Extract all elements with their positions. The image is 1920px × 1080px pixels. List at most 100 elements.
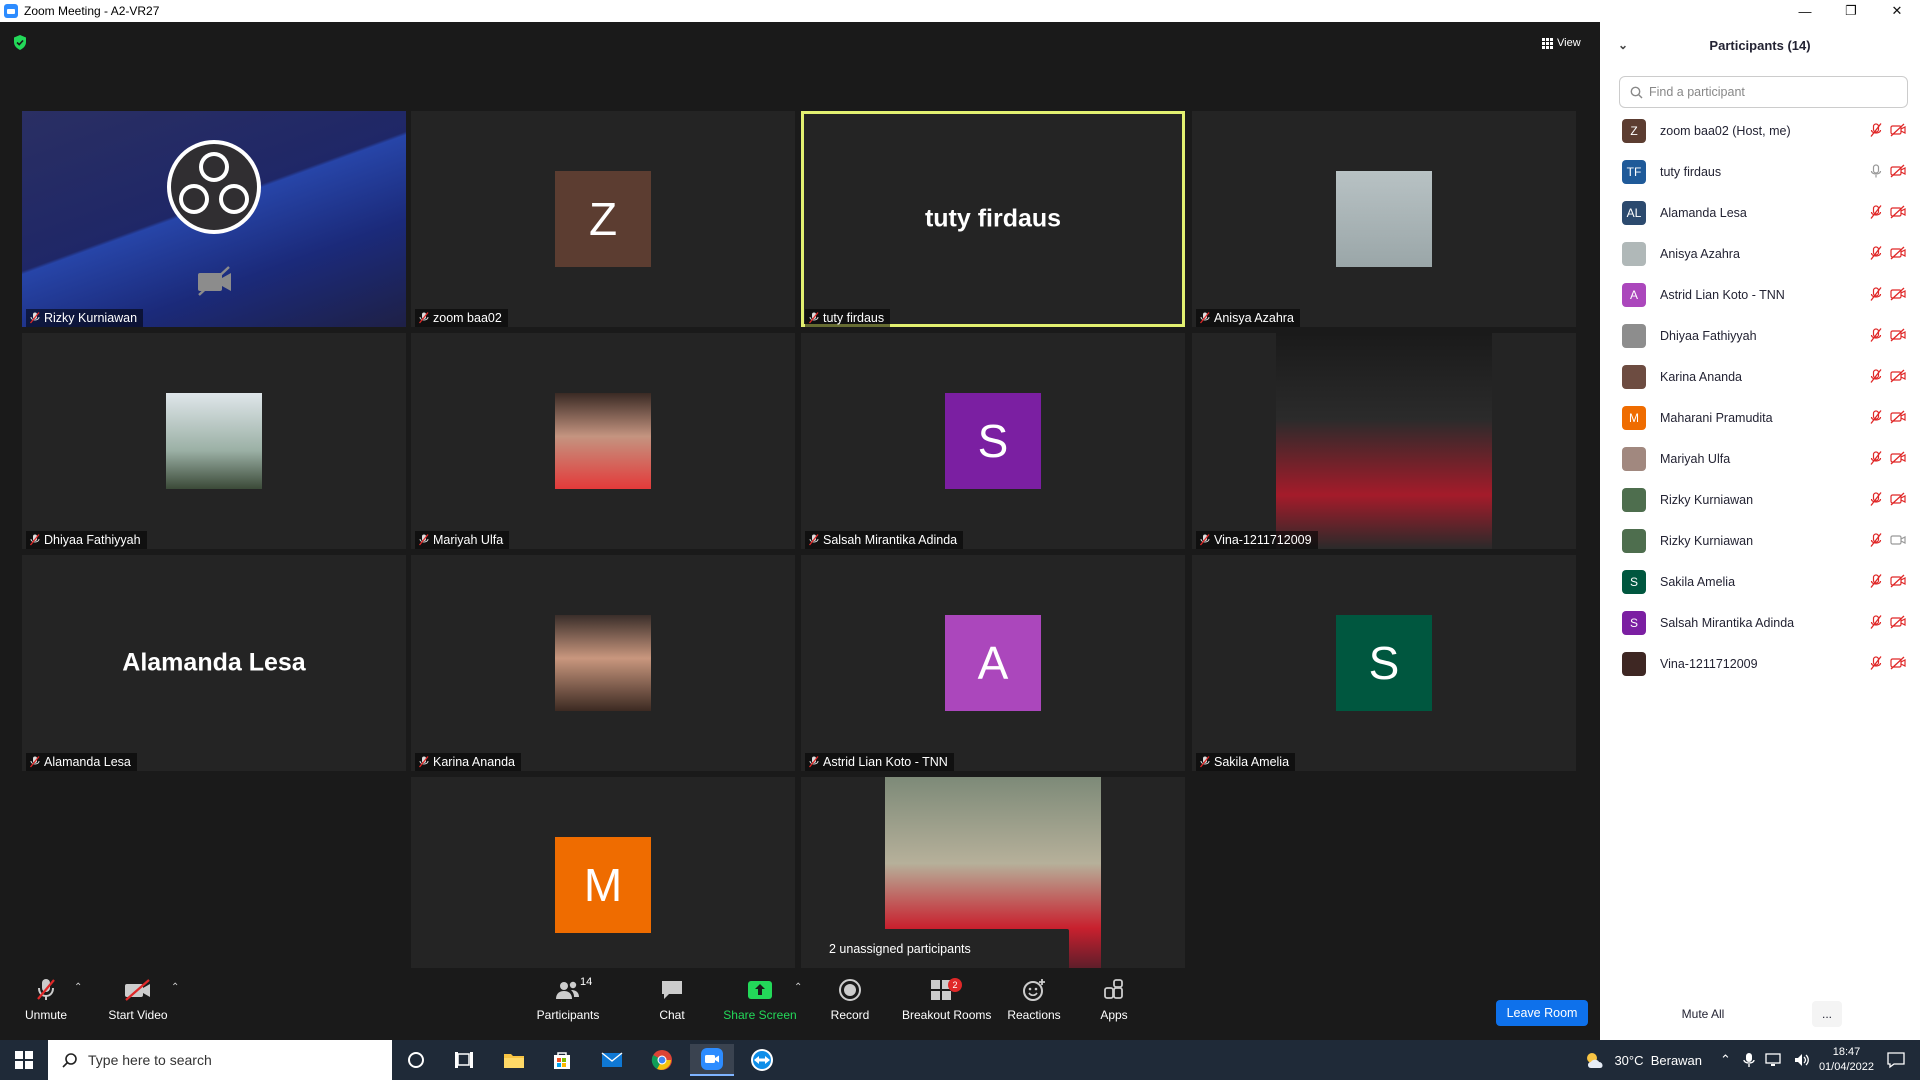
mic-muted-icon[interactable] (1870, 615, 1882, 629)
weather-text[interactable]: 30°C Berawan (1614, 1053, 1702, 1068)
mic-muted-icon[interactable] (1870, 123, 1882, 137)
video-on-icon[interactable] (1890, 533, 1906, 547)
minimize-button[interactable]: — (1782, 0, 1828, 22)
audio-options-caret-icon[interactable]: ⌃ (74, 982, 82, 993)
video-tile[interactable]: S Sakila Amelia (1192, 555, 1576, 771)
mic-muted-icon[interactable] (1870, 328, 1882, 342)
video-off-icon[interactable] (1890, 656, 1906, 670)
video-off-icon[interactable] (1890, 123, 1906, 137)
participant-search-input[interactable]: Find a participant (1619, 76, 1908, 108)
video-tile[interactable]: tuty firdaus tuty firdaus (801, 111, 1185, 327)
chrome-button[interactable] (640, 1044, 684, 1076)
zoom-camera-icon (701, 1048, 723, 1070)
network-icon[interactable] (1765, 1052, 1783, 1068)
chat-button[interactable]: Chat (632, 976, 712, 1032)
video-tile[interactable]: Rizky Kurniawan (22, 111, 406, 327)
share-screen-button[interactable]: Share Screen (720, 976, 800, 1032)
cortana-button[interactable] (394, 1044, 438, 1076)
participant-row[interactable]: Mariyah Ulfa (1600, 438, 1920, 479)
video-tile[interactable]: Anisya Azahra (1192, 111, 1576, 327)
clock-time: 18:47 (1832, 1046, 1861, 1058)
collapse-chevron-icon[interactable]: ⌄ (1618, 38, 1628, 52)
participant-photo (1336, 171, 1432, 267)
participant-name-label: tuty firdaus (805, 309, 891, 327)
more-options-button[interactable]: ... (1812, 1001, 1842, 1027)
participant-row[interactable]: AL Alamanda Lesa (1600, 192, 1920, 233)
task-view-button[interactable] (442, 1044, 486, 1076)
video-tile[interactable]: Alamanda Lesa Alamanda Lesa (22, 555, 406, 771)
teamviewer-button[interactable] (740, 1044, 784, 1076)
participant-row[interactable]: A Astrid Lian Koto - TNN (1600, 274, 1920, 315)
taskbar-search-box[interactable]: Type here to search (48, 1040, 392, 1080)
mic-muted-icon[interactable] (1870, 656, 1882, 670)
video-off-icon[interactable] (1890, 574, 1906, 588)
apps-button[interactable]: Apps (1074, 976, 1154, 1032)
windows-start-button[interactable] (0, 1040, 48, 1080)
video-tile[interactable]: Karina Ananda (411, 555, 795, 771)
participant-row[interactable]: M Maharani Pramudita (1600, 397, 1920, 438)
video-off-icon[interactable] (1890, 410, 1906, 424)
zoom-taskbar-button[interactable] (690, 1044, 734, 1076)
volume-icon[interactable] (1793, 1052, 1811, 1068)
mic-muted-icon[interactable] (1870, 246, 1882, 260)
participant-row[interactable]: Zzoom baa02 (Host, me) (1600, 110, 1920, 151)
view-button[interactable]: View (1536, 32, 1584, 54)
participants-panel-header: ⌄ Participants (14) (1600, 22, 1920, 68)
reactions-button[interactable]: Reactions (994, 976, 1074, 1032)
maximize-button[interactable]: ❐ (1828, 0, 1874, 22)
breakout-rooms-button[interactable]: 2 Breakout Rooms (902, 976, 991, 1032)
taskbar-clock[interactable]: 18:47 01/04/2022 (1819, 1045, 1874, 1075)
leave-room-button[interactable]: Leave Room (1496, 1000, 1588, 1026)
participant-row[interactable]: Rizky Kurniawan (1600, 479, 1920, 520)
video-tile[interactable]: MMaharani Pramudita (411, 777, 795, 993)
mute-all-button[interactable]: Mute All (1668, 1001, 1738, 1027)
participant-display-name: tuty firdaus (924, 204, 1062, 233)
participant-row[interactable]: S Salsah Mirantika Adinda (1600, 602, 1920, 643)
video-off-icon[interactable] (1890, 492, 1906, 506)
video-off-icon[interactable] (1890, 328, 1906, 342)
mic-muted-icon[interactable] (1870, 369, 1882, 383)
participant-row[interactable]: Vina-1211712009 (1600, 643, 1920, 684)
store-button[interactable] (540, 1044, 584, 1076)
start-video-button[interactable]: Start Video (98, 976, 178, 1032)
close-button[interactable]: ✕ (1874, 0, 1920, 22)
video-tile[interactable]: Dhiyaa Fathiyyah (22, 333, 406, 549)
video-tile[interactable]: Zzoom baa02 (411, 111, 795, 327)
participant-row[interactable]: Rizky Kurniawan (1600, 520, 1920, 561)
participant-row[interactable]: TF tuty firdaus (1600, 151, 1920, 192)
video-off-icon[interactable] (1890, 451, 1906, 465)
video-tile[interactable]: S Salsah Mirantika Adinda (801, 333, 1185, 549)
mic-muted-icon[interactable] (1870, 410, 1882, 424)
participants-button[interactable]: 14 Participants (528, 976, 608, 1032)
participant-row[interactable]: S Sakila Amelia (1600, 561, 1920, 602)
video-tile[interactable]: Mariyah Ulfa (411, 333, 795, 549)
video-off-icon[interactable] (1890, 287, 1906, 301)
mic-muted-icon[interactable] (1870, 574, 1882, 588)
mail-button[interactable] (590, 1044, 634, 1076)
participant-row-name: Anisya Azahra (1660, 246, 1740, 261)
tray-chevron-icon[interactable]: ⌃ (1720, 1052, 1731, 1068)
mic-muted-icon[interactable] (1870, 492, 1882, 506)
video-off-icon[interactable] (1890, 205, 1906, 219)
mic-muted-icon[interactable] (1870, 205, 1882, 219)
video-off-icon[interactable] (1890, 369, 1906, 383)
unassigned-participants-toast[interactable]: 2 unassigned participants (815, 929, 1069, 977)
participant-row[interactable]: Karina Ananda (1600, 356, 1920, 397)
participant-row[interactable]: Dhiyaa Fathiyyah (1600, 315, 1920, 356)
video-tile[interactable]: A Astrid Lian Koto - TNN (801, 555, 1185, 771)
mic-on-icon[interactable] (1870, 164, 1882, 178)
share-options-caret-icon[interactable]: ⌃ (794, 982, 802, 993)
video-options-caret-icon[interactable]: ⌃ (171, 982, 179, 993)
video-off-icon[interactable] (1890, 615, 1906, 629)
mic-muted-icon[interactable] (1870, 533, 1882, 547)
microphone-icon[interactable] (1743, 1052, 1755, 1068)
mic-muted-icon[interactable] (1870, 287, 1882, 301)
record-button[interactable]: Record (810, 976, 890, 1032)
video-off-icon[interactable] (1890, 246, 1906, 260)
video-tile[interactable]: Vina-1211712009 (1192, 333, 1576, 549)
file-explorer-button[interactable] (492, 1044, 536, 1076)
notification-icon[interactable] (1886, 1051, 1906, 1069)
participant-row[interactable]: Anisya Azahra (1600, 233, 1920, 274)
mic-muted-icon[interactable] (1870, 451, 1882, 465)
video-off-icon[interactable] (1890, 164, 1906, 178)
